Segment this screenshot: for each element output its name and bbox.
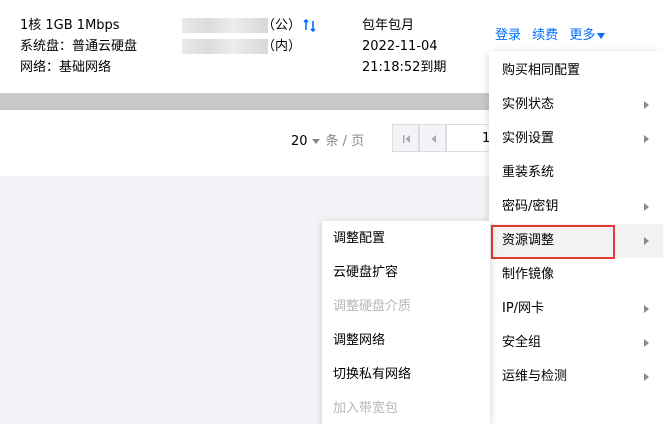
more-dropdown[interactable]: 更多: [569, 28, 606, 43]
public-ip-row: （公）: [182, 15, 322, 36]
submenu-switch-vpc[interactable]: 切换私有网络: [322, 358, 490, 392]
menu-item-label: 购买相同配置: [502, 63, 581, 78]
menu-security-group[interactable]: 安全组: [489, 326, 663, 360]
more-menu: 购买相同配置 实例状态 实例设置 重装系统 密码/密钥 资源调整 制作镜像 IP…: [489, 51, 663, 424]
public-ip-label: （公）: [262, 18, 302, 33]
chevron-right-icon: [644, 237, 649, 245]
more-label: 更多: [569, 28, 596, 43]
login-link[interactable]: 登录: [495, 28, 521, 43]
menu-item-label: 资源调整: [502, 233, 555, 248]
chevron-right-icon: [644, 339, 649, 347]
submenu-adjust-disk-media: 调整硬盘介质: [322, 290, 490, 324]
menu-password-key[interactable]: 密码/密钥: [489, 190, 663, 224]
page-size-select[interactable]: 20 条 / 页: [291, 130, 364, 149]
submenu-join-bandwidth-package: 加入带宽包: [322, 392, 490, 424]
chevron-right-icon: [644, 101, 649, 109]
menu-ops-monitoring[interactable]: 运维与检测: [489, 360, 663, 394]
menu-resource-adjust[interactable]: 资源调整: [489, 224, 663, 259]
chevron-right-icon: [644, 373, 649, 381]
chevron-right-icon: [644, 203, 649, 211]
menu-item-label: 调整网络: [333, 333, 386, 348]
chevron-right-icon: [644, 135, 649, 143]
prev-page-button[interactable]: [419, 124, 446, 152]
redacted-ip: [182, 39, 268, 54]
menu-instance-settings[interactable]: 实例设置: [489, 122, 663, 156]
spec-config: 1核 1GB 1Mbps: [20, 18, 120, 33]
menu-item-label: 实例设置: [502, 131, 555, 146]
menu-item-label: IP/网卡: [502, 301, 545, 316]
private-ip-label: （内）: [262, 39, 302, 54]
menu-item-label: 调整硬盘介质: [333, 299, 412, 314]
menu-buy-same-config[interactable]: 购买相同配置: [489, 54, 663, 88]
page-size-value: 20: [291, 134, 308, 149]
first-page-icon: [403, 135, 410, 143]
menu-instance-status[interactable]: 实例状态: [489, 88, 663, 122]
menu-item-label: 加入带宽包: [333, 401, 399, 416]
spec-network: 网络：基础网络: [20, 60, 112, 75]
menu-item-label: 实例状态: [502, 97, 555, 112]
spec-system-disk: 系统盘：普通云硬盘: [20, 39, 138, 54]
menu-item-label: 运维与检测: [502, 369, 568, 384]
page-size-unit: 条 / 页: [325, 134, 365, 149]
chevron-down-icon: [597, 32, 606, 39]
instance-ip: （公） （内）: [182, 15, 322, 57]
menu-item-label: 密码/密钥: [502, 199, 559, 214]
menu-item-label: 云硬盘扩容: [333, 265, 399, 280]
first-page-button[interactable]: [392, 124, 419, 152]
redacted-ip: [182, 18, 268, 33]
menu-ip-nic[interactable]: IP/网卡: [489, 292, 663, 326]
menu-create-image[interactable]: 制作镜像: [489, 258, 663, 292]
submenu-adjust-network[interactable]: 调整网络: [322, 324, 490, 358]
row-actions: 登录 续费 更多: [495, 24, 612, 43]
expire-time: 21:18:52到期: [362, 60, 447, 75]
submenu-disk-expand[interactable]: 云硬盘扩容: [322, 256, 490, 290]
expire-date: 2022-11-04: [362, 39, 438, 54]
renew-link[interactable]: 续费: [532, 28, 558, 43]
instance-spec: 1核 1GB 1Mbps 系统盘：普通云硬盘 网络：基础网络: [20, 15, 137, 78]
menu-item-label: 安全组: [502, 335, 542, 350]
swap-ip-icon[interactable]: [303, 19, 316, 32]
private-ip-row: （内）: [182, 36, 322, 57]
menu-item-label: 制作镜像: [502, 267, 555, 282]
submenu-adjust-config[interactable]: 调整配置: [322, 222, 490, 256]
chevron-down-icon: [311, 139, 320, 144]
chevron-right-icon: [644, 305, 649, 313]
menu-reinstall-system[interactable]: 重装系统: [489, 156, 663, 190]
menu-item-label: 切换私有网络: [333, 367, 412, 382]
prev-page-icon: [431, 135, 436, 143]
billing-type: 包年包月: [362, 18, 415, 33]
resource-adjust-submenu: 调整配置 云硬盘扩容 调整硬盘介质 调整网络 切换私有网络 加入带宽包: [322, 221, 490, 424]
billing-info: 包年包月 2022-11-04 21:18:52到期: [362, 15, 446, 78]
menu-item-label: 重装系统: [502, 165, 555, 180]
menu-item-label: 调整配置: [333, 231, 386, 246]
